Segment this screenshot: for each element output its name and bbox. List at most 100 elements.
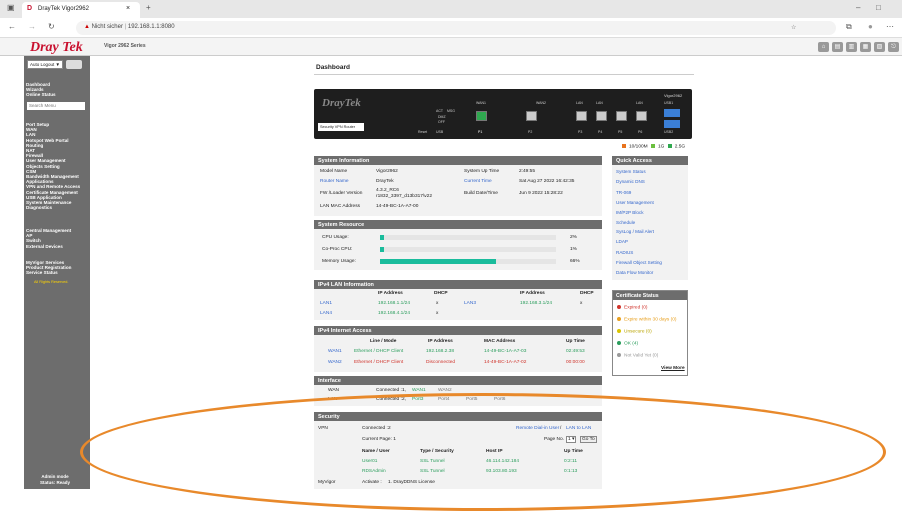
logout-icon[interactable]: ⎋ [888,42,899,52]
url-field[interactable]: ▲ Nicht sicher | 192.168.1.1:8080 ☆ [76,21,836,35]
section-header: IPv4 Internet Access [314,326,602,335]
wan1-link[interactable]: WAN1 [328,349,342,354]
port-group-usb1: USB1 [664,101,674,105]
auto-logout-select[interactable]: Auto Logout ▼ [27,60,63,69]
resource-value: 2% [570,235,577,240]
cert-unsecure[interactable]: Unsecure (0) [617,329,652,334]
view-more-link[interactable]: View More [661,366,685,371]
wan-uptime: 02:49:53 [566,349,585,354]
back-icon[interactable]: ← [8,22,16,31]
reboot-icon[interactable]: ▦ [860,42,871,52]
usb-label: USB [436,130,444,134]
port-p1-label: P1 [478,130,483,134]
coproc-bar [380,247,556,252]
forward-icon[interactable]: → [28,22,36,31]
info-label: LAN MAC Address [320,204,360,209]
menu-item[interactable]: Service Status [26,270,71,275]
info-value: 4.3.2_RC6 r1832_3397_d13b317\v22 [376,188,433,199]
browser-tab[interactable]: D DrayTek Vigor2962 × [22,2,140,18]
wan-mac: 14-49-BC-1A-A7-02 [484,360,527,365]
port-group-wan2: WAN2 [536,101,546,105]
resource-label: Co-Proc CPU: [322,247,353,252]
port-speed-legend: 10/100M 1G 2.5G [622,144,685,149]
quick-link[interactable]: LDAP [616,239,628,244]
menu-item[interactable]: VPN and Remote Access [26,184,80,189]
port-group-wan1: WAN1 [476,101,486,105]
menu-item[interactable]: External Devices [26,244,71,249]
resource-value: 66% [570,259,580,264]
quick-link[interactable]: Data Flow Monitor [616,270,653,275]
profile-icon[interactable]: ● [868,22,873,31]
cert-label: Unsecure (0) [624,329,652,335]
cert-not-valid[interactable]: Not Valid Yet (0) [617,353,658,358]
info-label: Build Date/Time [464,191,498,196]
minimize-button[interactable]: – [856,3,860,12]
lan1-link[interactable]: LAN1 [320,301,332,306]
quick-link[interactable]: Schedule [616,220,635,225]
wan-ip: Disconnected [426,360,456,365]
legend-100m: 10/100M [629,144,648,150]
wan1-status[interactable]: WAN1 [412,388,426,393]
status-dot-icon [617,353,621,357]
search-menu-input[interactable]: Search Menu [27,102,85,110]
reload-icon[interactable]: ↻ [48,22,55,31]
tab-actions-icon[interactable]: ▣ [7,3,15,12]
quick-link[interactable]: User Management [616,200,654,205]
lan-ip: 192.168.1.1/24 [378,301,411,306]
port-p3[interactable] [576,111,587,121]
wan-ip: 192.168.2.38 [426,349,455,354]
cert-ok[interactable]: OK (4) [617,341,638,346]
port-p1[interactable] [476,111,487,121]
quick-link[interactable]: Firewall Object Setting [616,260,662,265]
device-logo: DrayTek [322,97,361,109]
more-icon[interactable]: ⋯ [886,22,894,31]
port-p5[interactable] [616,111,627,121]
info-label: FW /Loader Version [320,191,363,196]
home-icon[interactable]: ⌂ [818,42,829,52]
quick-link[interactable]: System Status [616,169,646,174]
wan-mac: 14-49-BC-1A-A7-03 [484,349,527,354]
quick-link[interactable]: RADIUS [616,250,633,255]
divider [314,74,694,75]
annotation-ellipse [80,393,886,511]
collections-icon[interactable]: ⧉ [846,22,852,32]
wan2-link[interactable]: WAN2 [328,360,342,365]
section-header: IPv4 LAN Information [314,280,602,289]
resource-value: 1% [570,247,577,252]
lan4-link[interactable]: LAN4 [320,311,332,316]
port-group-lan: LAN [576,101,583,105]
quick-link[interactable]: IM/P2P Block [616,210,644,215]
port-p4[interactable] [596,111,607,121]
new-tab-button[interactable]: + [146,3,151,12]
cert-expire-soon[interactable]: Expire within 30 days (0) [617,317,677,322]
menu-item[interactable]: Online Status [26,92,56,97]
maximize-button[interactable]: □ [876,3,881,12]
info-label: System Up Time [464,169,500,174]
reset-label: Reset [418,130,428,134]
quick-link[interactable]: Dynamic DNS [616,179,645,184]
wan-mode: Ethernet / DHCP Client [354,349,404,354]
tab-close-icon[interactable]: × [126,5,130,12]
current-time-link[interactable]: Current Time [464,179,492,184]
quick-link[interactable]: SysLog / Mail Alert [616,229,654,234]
column-header: DHCP [434,291,448,296]
quick-link[interactable]: TR-069 [616,190,631,195]
menu-item[interactable]: Diagnostics [26,205,80,210]
cert-expired[interactable]: Expired (0) [617,305,647,310]
port-p6-label: P6 [638,130,643,134]
language-icon[interactable] [66,60,82,69]
star-icon[interactable]: ☆ [791,24,796,31]
port-p6[interactable] [636,111,647,121]
draytek-favicon-icon: D [27,5,33,12]
column-header: MAC Address [484,339,516,344]
menu-item[interactable]: Central Management [26,228,71,233]
router-name-link[interactable]: Router Name [320,179,349,184]
system-resource-panel: System Resource CPU Usage: 2% Co-Proc CP… [314,220,602,270]
browser-tab-bar: ▣ D DrayTek Vigor2962 × + – □ [0,0,902,18]
port-p2[interactable] [526,111,537,121]
lan3-link[interactable]: LAN3 [464,301,476,306]
setting-icon[interactable]: ▧ [874,42,885,52]
config-icon[interactable]: ▤ [832,42,843,52]
cert-label: Expire within 30 days (0) [624,317,677,323]
backup-icon[interactable]: ▥ [846,42,857,52]
